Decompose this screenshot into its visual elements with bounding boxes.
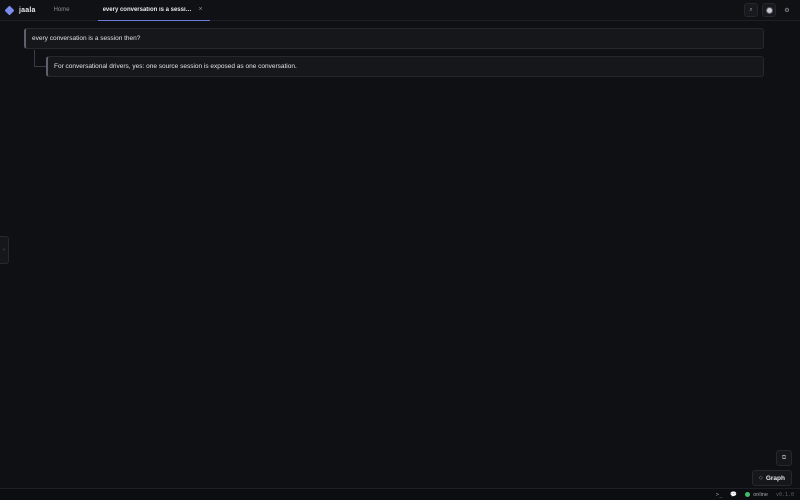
tab-home[interactable]: Home [48, 0, 76, 21]
user-message-text: every conversation is a session then? [32, 35, 141, 42]
status-dot-icon [745, 492, 751, 497]
search-button[interactable]: ⌕ [744, 3, 758, 17]
copy-button[interactable]: ⧉ [776, 450, 792, 466]
graph-button-label: Graph [765, 474, 785, 482]
gear-icon: ⚙ [784, 7, 790, 14]
reply-message-text: For conversational drivers, yes: one sou… [54, 63, 297, 70]
thread-connector [34, 50, 46, 67]
chat-icon[interactable]: 💬 [730, 492, 737, 498]
copy-icon: ⧉ [781, 454, 787, 461]
settings-button[interactable]: ⚙ [780, 3, 794, 17]
search-icon: ⌕ [749, 6, 753, 13]
terminal-icon[interactable]: >_ [716, 492, 723, 498]
app-name: jaala [19, 6, 36, 14]
user-message[interactable]: every conversation is a session then? [24, 28, 764, 49]
status-text: online [753, 491, 768, 498]
close-tab-icon[interactable]: × [197, 6, 205, 13]
chevron-right-icon: › [3, 247, 5, 253]
top-actions: ⌕ ⚙ [744, 3, 794, 17]
status-bar: >_ 💬 online v0.1.0 [0, 488, 800, 500]
version-label: v0.1.0 [775, 491, 794, 498]
record-icon [765, 6, 773, 14]
graph-button[interactable]: ◇ Graph [751, 470, 792, 486]
record-button[interactable] [762, 3, 776, 17]
connection-status: online [745, 492, 768, 498]
tab-active-label: every conversation is a session then? [102, 6, 195, 13]
top-bar: jaala Home every conversation is a sessi… [0, 0, 800, 21]
graph-icon: ◇ [758, 475, 763, 481]
tab-active-conversation[interactable]: every conversation is a session then? × [97, 0, 210, 21]
brand[interactable]: jaala [4, 5, 36, 15]
reply-message[interactable]: For conversational drivers, yes: one sou… [46, 56, 764, 77]
diamond-logo-icon [4, 5, 15, 15]
sidebar-toggle-handle[interactable]: › [0, 236, 9, 264]
